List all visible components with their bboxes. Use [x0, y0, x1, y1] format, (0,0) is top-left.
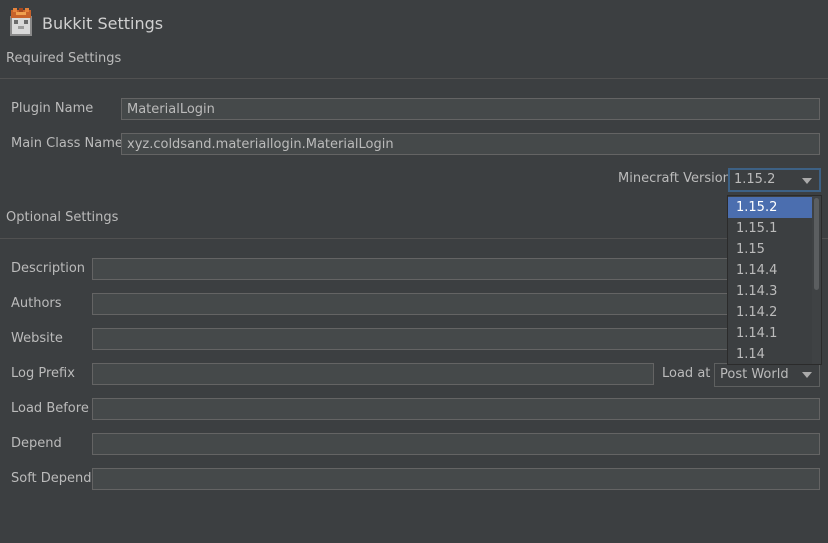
- chevron-down-icon: [802, 178, 812, 184]
- load-before-input[interactable]: [92, 398, 820, 420]
- header: Bukkit Settings: [0, 0, 828, 46]
- description-input[interactable]: [92, 258, 820, 280]
- load-at-value: Post World: [720, 367, 789, 382]
- version-option[interactable]: 1.14.3: [728, 281, 813, 302]
- minecraft-version-label: Minecraft Version: [618, 171, 731, 186]
- required-settings-title: Required Settings: [6, 51, 122, 66]
- load-before-label: Load Before: [11, 401, 89, 416]
- version-option[interactable]: 1.14.4: [728, 260, 813, 281]
- authors-input[interactable]: [92, 293, 820, 315]
- soft-depend-label: Soft Depend: [11, 471, 92, 486]
- minecraft-version-value: 1.15.2: [734, 172, 776, 187]
- load-at-label: Load at: [662, 366, 711, 381]
- required-settings-separator: [0, 78, 828, 79]
- minecraft-version-dropdown[interactable]: 1.15.2 1.15.1 1.15 1.14.4 1.14.3 1.14.2 …: [727, 195, 822, 365]
- depend-label: Depend: [11, 436, 62, 451]
- plugin-name-input[interactable]: [121, 98, 820, 120]
- version-option[interactable]: 1.14.2: [728, 302, 813, 323]
- main-class-name-label: Main Class Name: [11, 136, 123, 151]
- main-class-name-input[interactable]: [121, 133, 820, 155]
- optional-settings-title: Optional Settings: [6, 210, 119, 225]
- chevron-down-icon: [802, 372, 812, 378]
- version-option[interactable]: 1.15.2: [728, 197, 813, 218]
- log-prefix-input[interactable]: [92, 363, 654, 385]
- minecraft-version-select[interactable]: 1.15.2: [728, 168, 821, 192]
- website-label: Website: [11, 331, 63, 346]
- version-option[interactable]: 1.15: [728, 239, 813, 260]
- log-prefix-label: Log Prefix: [11, 366, 75, 381]
- dropdown-scrollbar[interactable]: [812, 196, 821, 364]
- version-option[interactable]: 1.14: [728, 344, 813, 364]
- load-at-select[interactable]: Post World: [714, 363, 820, 387]
- depend-input[interactable]: [92, 433, 820, 455]
- version-option[interactable]: 1.14.1: [728, 323, 813, 344]
- website-input[interactable]: [92, 328, 820, 350]
- authors-label: Authors: [11, 296, 62, 311]
- page-title: Bukkit Settings: [42, 14, 164, 33]
- dropdown-scroll-thumb[interactable]: [814, 198, 819, 290]
- version-option[interactable]: 1.15.1: [728, 218, 813, 239]
- soft-depend-input[interactable]: [92, 468, 820, 490]
- optional-settings-separator: [0, 238, 828, 239]
- description-label: Description: [11, 261, 86, 276]
- plugin-name-label: Plugin Name: [11, 101, 94, 116]
- bukkit-logo-icon: [10, 8, 32, 36]
